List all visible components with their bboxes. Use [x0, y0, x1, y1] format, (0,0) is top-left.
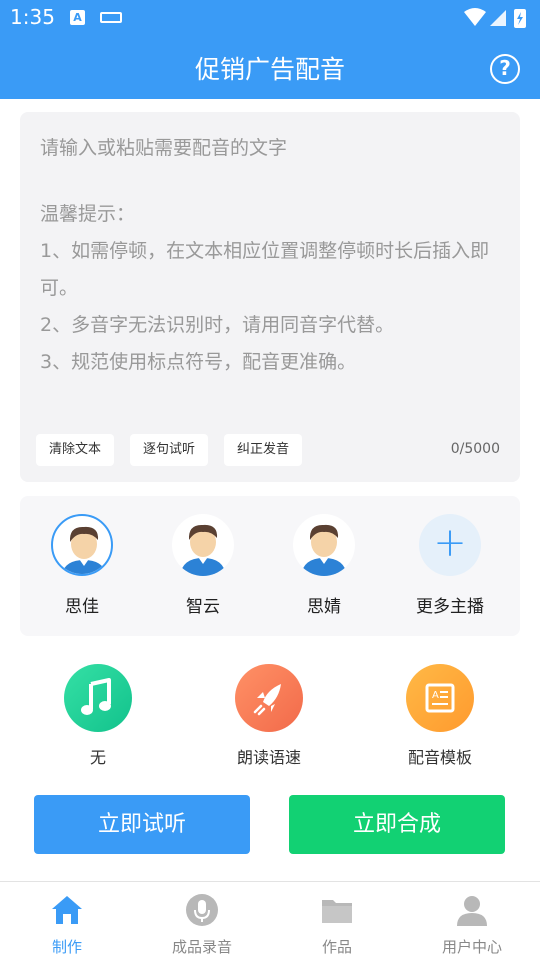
background-music-button[interactable]: 无: [28, 664, 168, 768]
nav-item-recordings[interactable]: 成品录音: [142, 892, 262, 957]
voice-item-sijia[interactable]: 思佳: [32, 514, 132, 617]
question-circle-icon[interactable]: ?: [490, 54, 520, 84]
feature-label: 朗读语速: [236, 748, 301, 767]
system-status-icons: [464, 8, 526, 28]
male-avatar-icon: [301, 524, 347, 576]
dubbing-template-button[interactable]: A 配音模板: [370, 664, 510, 768]
page-title: 促销广告配音: [194, 55, 345, 84]
reading-speed-button[interactable]: 朗读语速: [199, 664, 339, 768]
avatar: [51, 514, 113, 576]
music-note-icon: [64, 664, 132, 732]
voice-name: 智云: [186, 597, 220, 617]
nav-item-works[interactable]: 作品: [277, 892, 397, 957]
feature-label: 无: [89, 748, 106, 767]
home-icon: [52, 896, 82, 924]
status-time: 1:35: [10, 5, 55, 29]
male-avatar-icon: [180, 524, 226, 576]
voice-item-sijing[interactable]: 思婧: [274, 514, 374, 617]
nav-label: 制作: [51, 938, 82, 956]
keyboard-icon: [100, 12, 122, 23]
user-icon: [457, 896, 487, 926]
tip-3: 3、规范使用标点符号，配音更准确。: [40, 351, 357, 373]
svg-text:A: A: [432, 690, 439, 701]
char-counter: 0/5000: [450, 441, 500, 457]
avatar: [172, 514, 234, 576]
plus-icon: +: [419, 514, 481, 576]
status-bar: 1:35 A: [0, 0, 540, 36]
more-voices-button[interactable]: + 更多主播: [400, 514, 500, 617]
nav-item-create[interactable]: 制作: [7, 892, 127, 957]
app-header: 促销广告配音 ?: [0, 36, 540, 99]
nav-label: 成品录音: [171, 938, 232, 956]
template-doc-icon: A: [406, 664, 474, 732]
voice-item-zhiyun[interactable]: 智云: [153, 514, 253, 617]
correct-pronunciation-button[interactable]: 纠正发音: [224, 434, 302, 466]
bottom-nav: 制作 成品录音 作品 用户中心: [0, 881, 540, 960]
sentence-preview-button[interactable]: 逐句试听: [130, 434, 208, 466]
listen-now-button[interactable]: 立即试听: [34, 795, 250, 854]
voice-name: 思婧: [307, 597, 341, 617]
synthesize-now-button[interactable]: 立即合成: [289, 795, 505, 854]
nav-label: 用户中心: [441, 938, 502, 956]
voice-name: 思佳: [65, 597, 99, 617]
male-avatar-icon: [61, 526, 107, 574]
tips-title: 温馨提示：: [40, 203, 136, 225]
nav-label: 作品: [321, 938, 352, 956]
text-input-area[interactable]: 请输入或粘贴需要配音的文字 温馨提示： 1、如需停顿，在文本相应位置调整停顿时长…: [40, 130, 502, 381]
a-notification-icon: A: [70, 10, 85, 25]
avatar: [293, 514, 355, 576]
tip-2: 2、多音字无法识别时，请用同音字代替。: [40, 314, 395, 336]
clear-text-button[interactable]: 清除文本: [36, 434, 114, 466]
nav-item-user-center[interactable]: 用户中心: [412, 892, 532, 957]
voice-name: 更多主播: [416, 597, 484, 617]
feature-label: 配音模板: [407, 748, 472, 767]
folder-icon: [322, 900, 352, 923]
microphone-icon: [186, 894, 218, 926]
rocket-icon: [235, 664, 303, 732]
text-input-card[interactable]: 请输入或粘贴需要配音的文字 温馨提示： 1、如需停顿，在文本相应位置调整停顿时长…: [20, 112, 520, 482]
voice-selector: 思佳 智云 思婧 + 更多主播: [20, 496, 520, 636]
tip-1: 1、如需停顿，在文本相应位置调整停顿时长后插入即可。: [40, 240, 490, 299]
wifi-icon: [464, 8, 486, 26]
signal-icon: [490, 10, 506, 26]
text-placeholder: 请输入或粘贴需要配音的文字: [40, 137, 288, 159]
